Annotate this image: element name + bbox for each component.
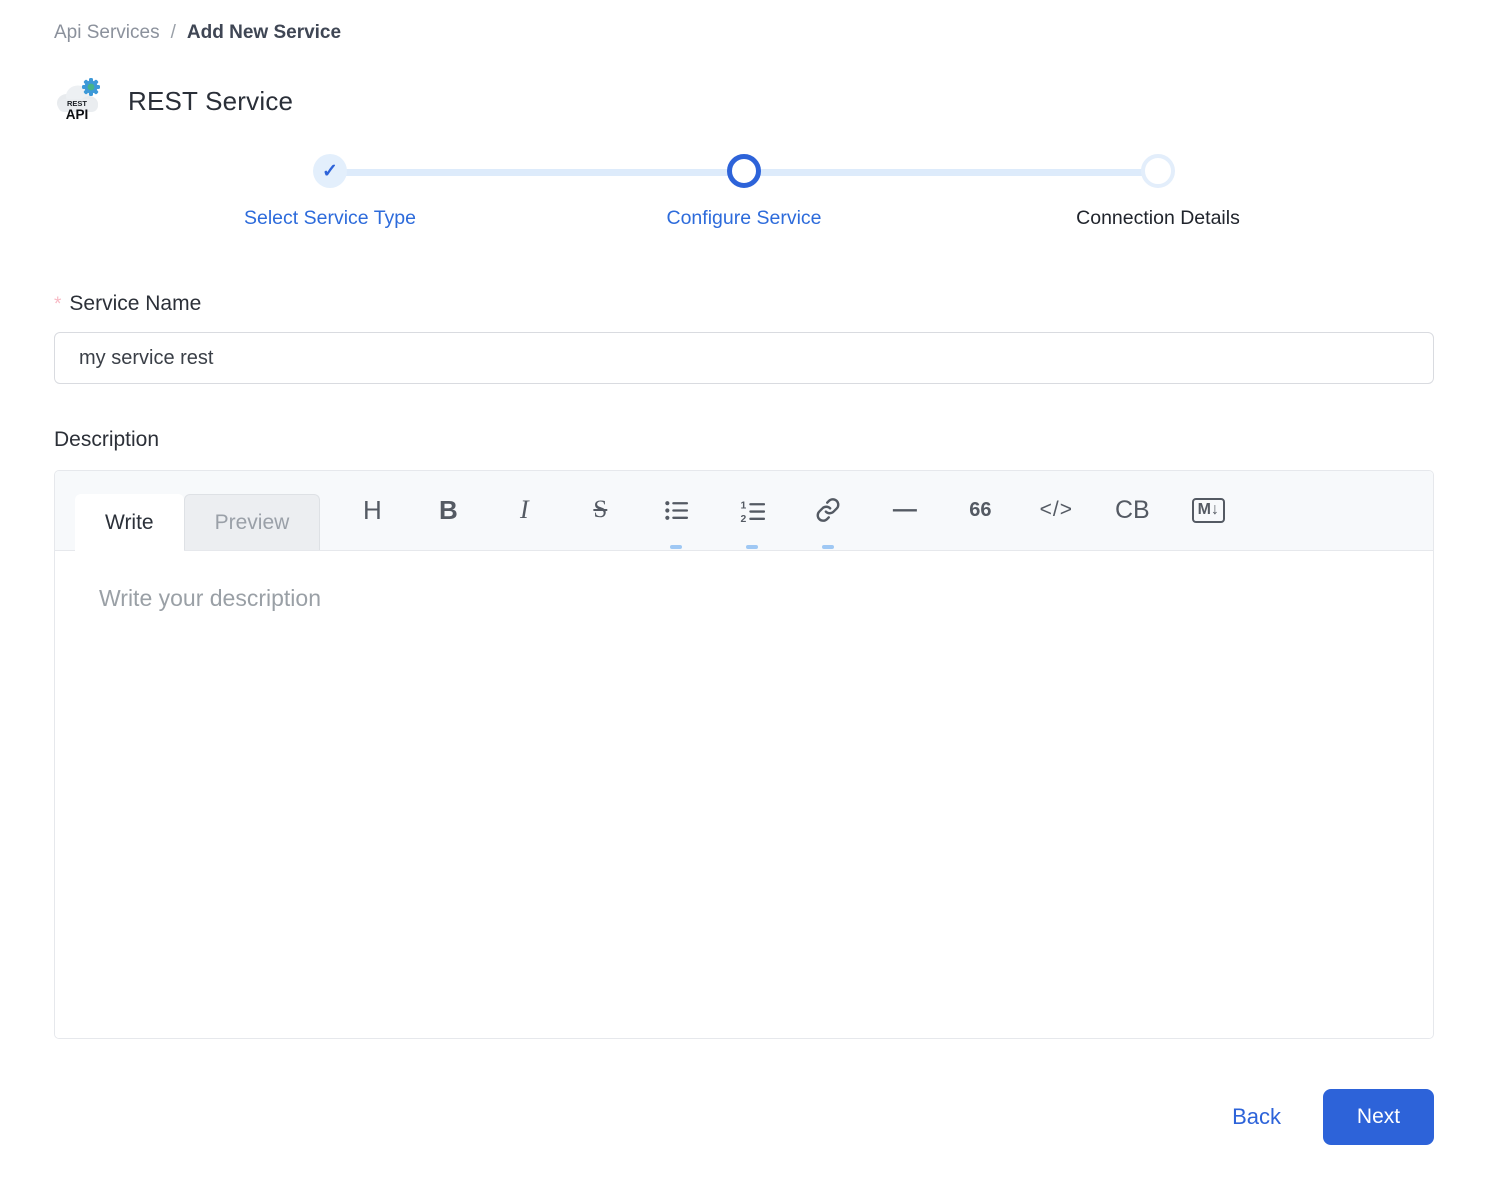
back-button[interactable]: Back <box>1232 1104 1281 1130</box>
quote-icon[interactable]: 66 <box>951 482 1009 538</box>
svg-text:1: 1 <box>740 500 746 511</box>
editor-tabs: Write Preview <box>75 494 320 550</box>
required-marker: * <box>54 294 61 315</box>
italic-icon[interactable]: I <box>495 482 553 538</box>
link-icon[interactable] <box>799 482 857 538</box>
step-connection-details[interactable]: Connection Details <box>998 154 1318 230</box>
description-textarea[interactable] <box>55 551 1433 1038</box>
svg-text:API: API <box>66 107 89 122</box>
heading-icon[interactable]: H <box>343 482 401 538</box>
svg-text:2: 2 <box>740 513 746 522</box>
service-name-input[interactable] <box>54 332 1434 384</box>
page-header: REST API REST Service <box>54 76 1434 126</box>
gear-icon <box>82 78 100 96</box>
description-label: Description <box>54 428 1434 452</box>
bold-icon[interactable]: B <box>419 482 477 538</box>
ordered-list-icon[interactable]: 1 2 <box>723 482 781 538</box>
step-completed-check-icon[interactable]: ✓ <box>313 154 347 188</box>
strikethrough-icon[interactable]: S <box>571 482 629 538</box>
editor-body <box>55 551 1433 1038</box>
step-label: Configure Service <box>584 207 904 230</box>
step-active-circle[interactable] <box>727 154 761 188</box>
wizard-footer: Back Next <box>54 1089 1434 1145</box>
step-select-service-type[interactable]: ✓ Select Service Type <box>170 154 490 230</box>
code-block-icon[interactable]: CB <box>1103 482 1161 538</box>
description-editor: Write Preview H B I S <box>54 470 1434 1039</box>
step-label: Select Service Type <box>170 207 490 230</box>
rest-api-icon: REST API <box>54 76 102 126</box>
tab-preview[interactable]: Preview <box>184 494 321 550</box>
service-name-label: *Service Name <box>54 292 1434 316</box>
step-label: Connection Details <box>998 207 1318 230</box>
stepper: ✓ Select Service Type Configure Service … <box>54 144 1434 246</box>
editor-tool-buttons: H B I S 1 <box>334 470 1246 550</box>
code-icon[interactable]: </> <box>1027 482 1085 538</box>
horizontal-rule-icon[interactable]: — <box>875 482 933 538</box>
editor-toolbar: Write Preview H B I S <box>55 471 1433 551</box>
step-pending-circle[interactable] <box>1141 154 1175 188</box>
breadcrumb-api-services[interactable]: Api Services <box>54 22 160 44</box>
next-button[interactable]: Next <box>1323 1089 1434 1145</box>
breadcrumb-add-new-service: Add New Service <box>187 22 341 44</box>
markdown-icon[interactable]: M↓ <box>1179 482 1237 538</box>
unordered-list-icon[interactable] <box>647 482 705 538</box>
tab-write[interactable]: Write <box>75 494 184 551</box>
breadcrumb-separator: / <box>171 22 176 44</box>
page-title: REST Service <box>128 86 293 117</box>
add-new-service-page: Api Services / Add New Service <box>0 0 1490 1145</box>
breadcrumb: Api Services / Add New Service <box>54 22 1434 44</box>
step-configure-service[interactable]: Configure Service <box>584 154 904 230</box>
